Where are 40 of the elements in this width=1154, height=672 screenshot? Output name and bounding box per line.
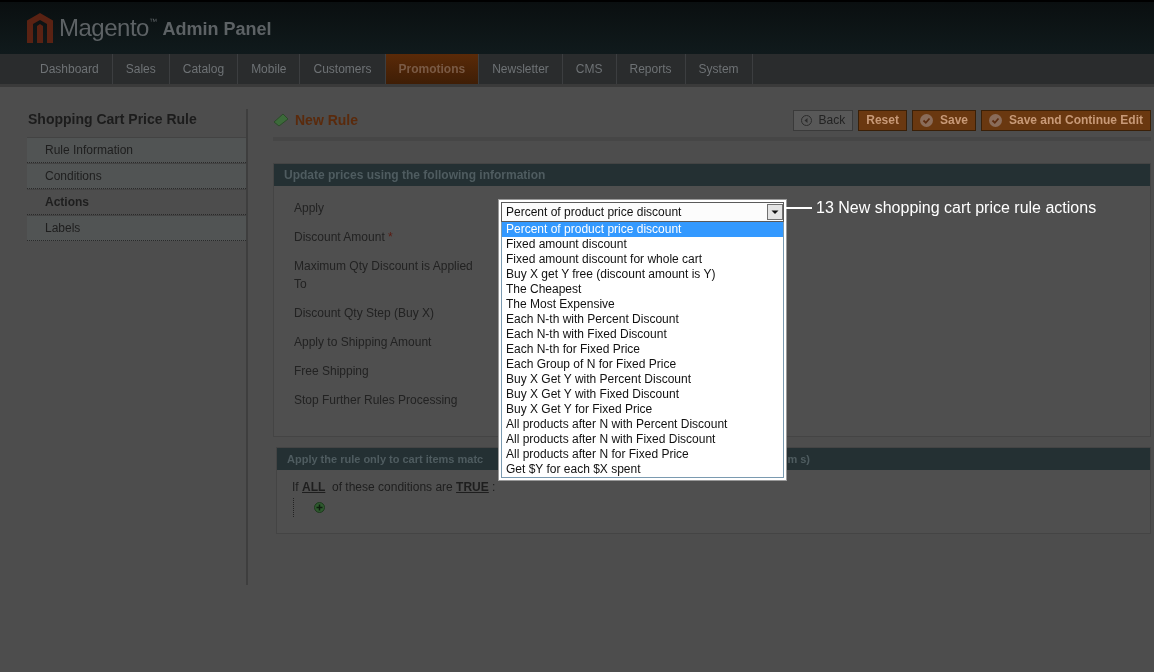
nav-tab[interactable]: Catalog (169, 54, 239, 84)
dropdown-option[interactable]: Buy X Get Y with Percent Discount (502, 372, 783, 387)
dropdown-option[interactable]: Fixed amount discount (502, 237, 783, 252)
nav-tab[interactable]: System (685, 54, 753, 84)
nav-tab[interactable]: Promotions (385, 54, 480, 84)
check-icon (919, 113, 933, 127)
nav-tab[interactable]: CMS (562, 54, 617, 84)
dropdown-option[interactable]: Fixed amount discount for whole cart (502, 252, 783, 267)
dropdown-option[interactable]: All products after N for Fixed Price (502, 447, 783, 462)
nav-tab[interactable]: Newsletter (479, 54, 563, 84)
money-icon (273, 113, 289, 127)
dropdown-option[interactable]: Each N-th with Percent Discount (502, 312, 783, 327)
nav-tab[interactable]: Sales (112, 54, 170, 84)
dropdown-option[interactable]: Buy X Get Y for Fixed Price (502, 402, 783, 417)
logo-icon (27, 13, 53, 43)
action-button[interactable]: Reset (858, 109, 907, 131)
annotation-text: 13 New shopping cart price rule actions (816, 199, 1097, 217)
page-title: New Rule (295, 112, 359, 128)
apply-dropdown[interactable]: Percent of product price discount (501, 202, 784, 222)
dropdown-option[interactable]: Percent of product price discount (502, 222, 783, 237)
check-icon (989, 113, 1002, 127)
dropdown-option[interactable]: Buy X Get Y with Fixed Discount (502, 387, 783, 402)
action-button[interactable]: Save (911, 109, 976, 131)
dropdown-option[interactable]: The Most Expensive (502, 297, 783, 312)
nav-tab[interactable]: Mobile (238, 54, 301, 84)
dropdown-option[interactable]: The Cheapest (502, 282, 783, 297)
add-icon[interactable] (314, 502, 325, 513)
dropdown-option[interactable]: All products after N with Percent Discount (502, 417, 783, 432)
admin-panel-title: Admin Panel (162, 19, 272, 40)
nav-tab[interactable]: Reports (616, 54, 686, 84)
dropdown-option[interactable]: Each N-th with Fixed Discount (502, 327, 783, 342)
dropdown-option[interactable]: All products after N with Fixed Discount (502, 432, 783, 447)
dropdown-option[interactable]: Each Group of N for Fixed Price (502, 357, 783, 372)
nav-tab[interactable]: Customers (300, 54, 386, 84)
nav-tab[interactable]: Dashboard (27, 54, 113, 84)
dropdown-option[interactable]: Buy X get Y free (discount amount is Y) (502, 267, 783, 282)
dropdown-option[interactable]: Each N-th for Fixed Price (502, 342, 783, 357)
action-button[interactable]: Save and Continue Edit (981, 109, 1151, 131)
dropdown-option[interactable]: Get $Y for each $X spent (502, 462, 783, 477)
logo-text: Magento$^{™}$ (59, 14, 157, 42)
